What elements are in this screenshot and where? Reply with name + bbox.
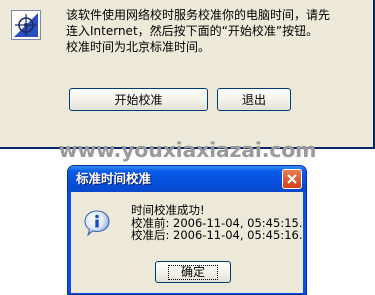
watermark-text: www.youxiaxiazai.com bbox=[58, 138, 317, 162]
sync-time-icon bbox=[11, 10, 41, 40]
main-window: 该软件使用网络校时服务校准你的电脑时间，请先 连入Internet，然后按下面的… bbox=[0, 0, 375, 149]
start-calibration-button[interactable]: 开始校准 bbox=[69, 88, 208, 111]
instruction-line: 连入Internet，然后按下面的“开始校准”按钮。 bbox=[66, 24, 319, 38]
ok-button[interactable]: 确定 bbox=[155, 261, 231, 283]
close-icon bbox=[287, 174, 297, 184]
instruction-line: 校准时间为北京标准时间。 bbox=[66, 40, 211, 54]
exit-button[interactable]: 退出 bbox=[217, 88, 291, 111]
dialog-message-line: 时间校准成功! bbox=[131, 203, 205, 217]
instruction-line: 该软件使用网络校时服务校准你的电脑时间，请先 bbox=[66, 8, 331, 22]
instruction-text: 该软件使用网络校时服务校准你的电脑时间，请先 连入Internet，然后按下面的… bbox=[66, 7, 371, 55]
info-icon bbox=[84, 210, 110, 237]
calibration-dialog: 标准时间校准 时间校准成功! 校准前: 2006-11-04, 05:45:15… bbox=[67, 165, 307, 295]
dialog-message: 时间校准成功! 校准前: 2006-11-04, 05:45:15. 校准后: … bbox=[131, 204, 302, 242]
dialog-message-line: 校准后: 2006-11-04, 05:45:16. bbox=[131, 228, 303, 242]
dialog-body: 时间校准成功! 校准前: 2006-11-04, 05:45:15. 校准后: … bbox=[71, 192, 303, 293]
dialog-title: 标准时间校准 bbox=[76, 171, 152, 186]
close-button[interactable] bbox=[282, 169, 302, 189]
ok-button-label: 确定 bbox=[167, 264, 218, 280]
dialog-titlebar[interactable]: 标准时间校准 bbox=[68, 166, 306, 192]
